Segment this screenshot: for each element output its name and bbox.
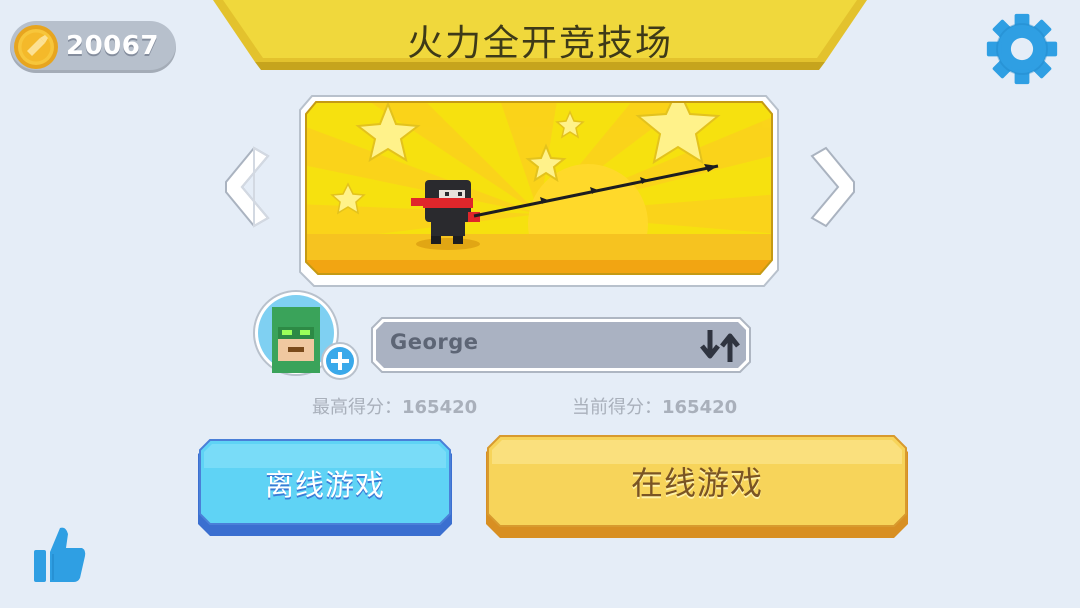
game-mode-card[interactable] <box>298 94 780 288</box>
online-game-button[interactable]: 在线游戏 <box>484 434 910 542</box>
best-score-value: 165420 <box>402 397 478 418</box>
title-banner: 火力全开竞技场 <box>213 0 867 76</box>
offline-game-button[interactable]: 离线游戏 <box>196 438 454 540</box>
swap-arrows-icon[interactable] <box>696 324 746 368</box>
coin-count: 20067 <box>66 31 159 61</box>
coin-icon <box>14 25 58 69</box>
current-score-label: 当前得分： <box>572 397 662 418</box>
thumbs-up-icon[interactable] <box>30 524 88 586</box>
best-score-label: 最高得分： <box>312 397 402 418</box>
offline-game-label: 离线游戏 <box>264 468 385 502</box>
current-score: 当前得分：165420 <box>572 393 737 419</box>
coin-counter: 20067 <box>10 21 176 73</box>
online-game-label: 在线游戏 <box>630 464 763 502</box>
page-title: 火力全开竞技场 <box>406 23 673 64</box>
avatar[interactable] <box>252 289 364 383</box>
current-score-value: 165420 <box>662 397 738 418</box>
chevron-left-icon[interactable] <box>220 146 270 228</box>
player-name: George <box>390 330 479 354</box>
best-score: 最高得分：165420 <box>312 393 477 419</box>
gear-icon[interactable] <box>985 10 1059 88</box>
plus-icon[interactable] <box>321 342 359 380</box>
chevron-right-icon[interactable] <box>810 146 860 228</box>
